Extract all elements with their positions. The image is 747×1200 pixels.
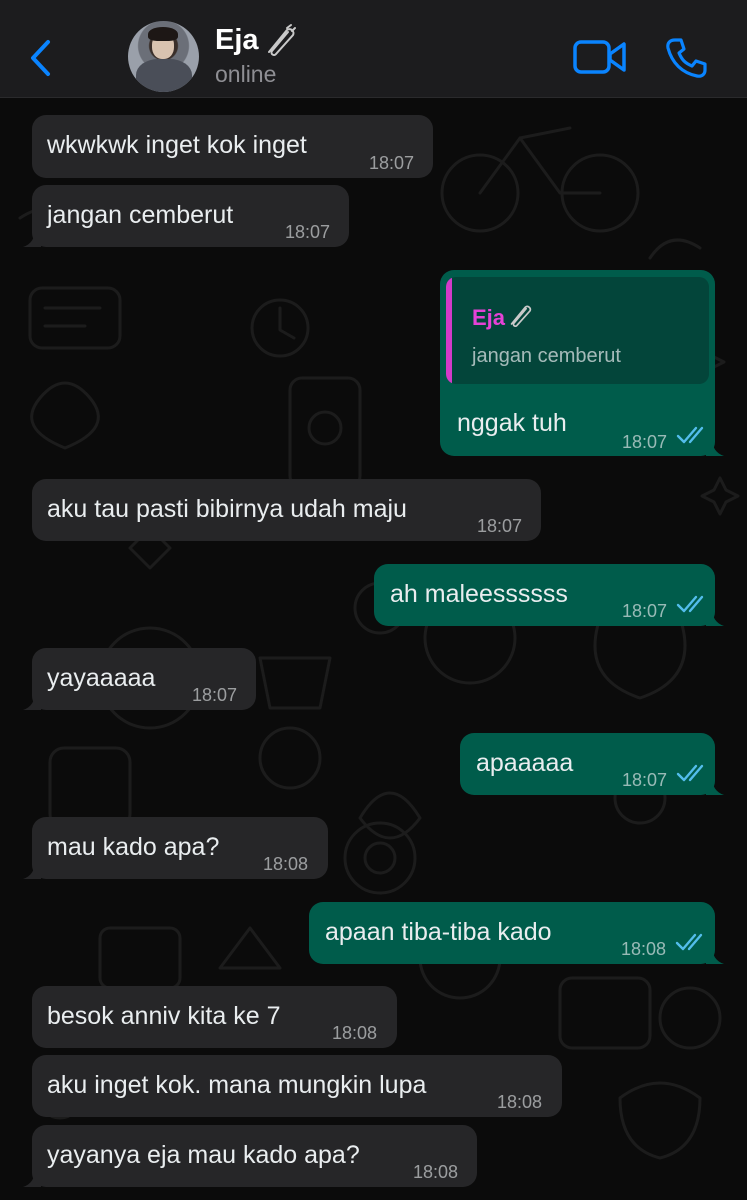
avatar[interactable] xyxy=(128,21,199,92)
message-text: apaaaaa xyxy=(476,749,574,777)
message-time: 18:08 xyxy=(263,854,309,874)
message-bubble[interactable]: aku inget kok. mana mungkin lupa 18:08 xyxy=(32,1055,562,1117)
message-bubble[interactable]: ah maleessssss 18:07 xyxy=(374,564,724,626)
message-time: 18:07 xyxy=(192,685,238,705)
read-receipt-icon xyxy=(676,426,704,444)
message-time: 18:07 xyxy=(622,432,668,452)
message-time: 18:08 xyxy=(497,1092,543,1112)
message-text: yayanya eja mau kado apa? xyxy=(47,1141,360,1169)
message-bubble[interactable]: yayanya eja mau kado apa? 18:08 xyxy=(23,1125,477,1187)
message-text: aku tau pasti bibirnya udah maju xyxy=(47,495,407,523)
phone-call-icon xyxy=(666,38,707,78)
read-receipt-icon xyxy=(676,595,704,613)
bubble-tail xyxy=(23,1169,41,1187)
video-call-icon xyxy=(573,40,626,74)
chat-header: Eja online xyxy=(0,0,747,98)
message-time: 18:07 xyxy=(285,222,331,242)
message-text: wkwkwk inget kok inget xyxy=(47,131,307,159)
contact-status: online xyxy=(215,61,277,87)
message-time: 18:08 xyxy=(621,939,667,959)
read-receipt-icon xyxy=(676,764,704,782)
bubble-tail xyxy=(23,692,41,710)
message-time: 18:07 xyxy=(477,516,523,536)
voice-call-button[interactable] xyxy=(664,36,708,80)
message-bubble[interactable]: apaan tiba-tiba kado 18:08 xyxy=(309,902,724,964)
bubble-tail xyxy=(23,861,41,879)
read-receipt-icon xyxy=(675,933,703,951)
message-bubble[interactable]: apaaaaa 18:07 xyxy=(460,733,724,795)
paperclip-icon xyxy=(510,305,532,327)
contact-name[interactable]: Eja xyxy=(215,24,259,57)
back-button[interactable] xyxy=(22,36,58,80)
message-bubble[interactable]: wkwkwk inget kok inget 18:07 xyxy=(32,115,433,178)
message-text: nggak tuh xyxy=(457,409,567,437)
message-time: 18:07 xyxy=(622,770,668,790)
message-bubble[interactable]: mau kado apa? 18:08 xyxy=(23,817,328,879)
paperclip-icon xyxy=(268,24,296,56)
message-bubble[interactable]: jangan cemberut 18:07 xyxy=(23,185,349,247)
message-text: jangan cemberut xyxy=(47,201,234,229)
message-text: aku inget kok. mana mungkin lupa xyxy=(47,1071,427,1099)
message-bubble[interactable]: besok anniv kita ke 7 18:08 xyxy=(32,986,397,1048)
message-time: 18:07 xyxy=(622,601,668,621)
quoted-text: jangan cemberut xyxy=(472,345,621,367)
message-bubble[interactable]: Eja jangan cemberut nggak tuh 18:07 xyxy=(440,270,724,456)
bubble-tail xyxy=(23,229,41,247)
message-text: mau kado apa? xyxy=(47,833,220,861)
message-text: besok anniv kita ke 7 xyxy=(47,1002,281,1030)
quoted-sender: Eja xyxy=(472,305,506,330)
message-time: 18:08 xyxy=(332,1023,378,1043)
message-time: 18:07 xyxy=(369,153,415,173)
chevron-left-icon xyxy=(31,40,50,76)
message-bubble[interactable]: yayaaaaa 18:07 xyxy=(23,648,256,710)
quoted-message[interactable]: Eja jangan cemberut xyxy=(446,277,709,384)
message-text: ah maleessssss xyxy=(390,580,568,608)
message-text: apaan tiba-tiba kado xyxy=(325,918,552,946)
quote-bar xyxy=(446,277,452,384)
message-list[interactable]: wkwkwk inget kok inget 18:07 jangan cemb… xyxy=(0,98,747,1200)
video-call-button[interactable] xyxy=(572,38,628,76)
message-time: 18:08 xyxy=(413,1162,459,1182)
message-bubble[interactable]: aku tau pasti bibirnya udah maju 18:07 xyxy=(32,479,541,541)
message-text: yayaaaaa xyxy=(47,664,156,692)
